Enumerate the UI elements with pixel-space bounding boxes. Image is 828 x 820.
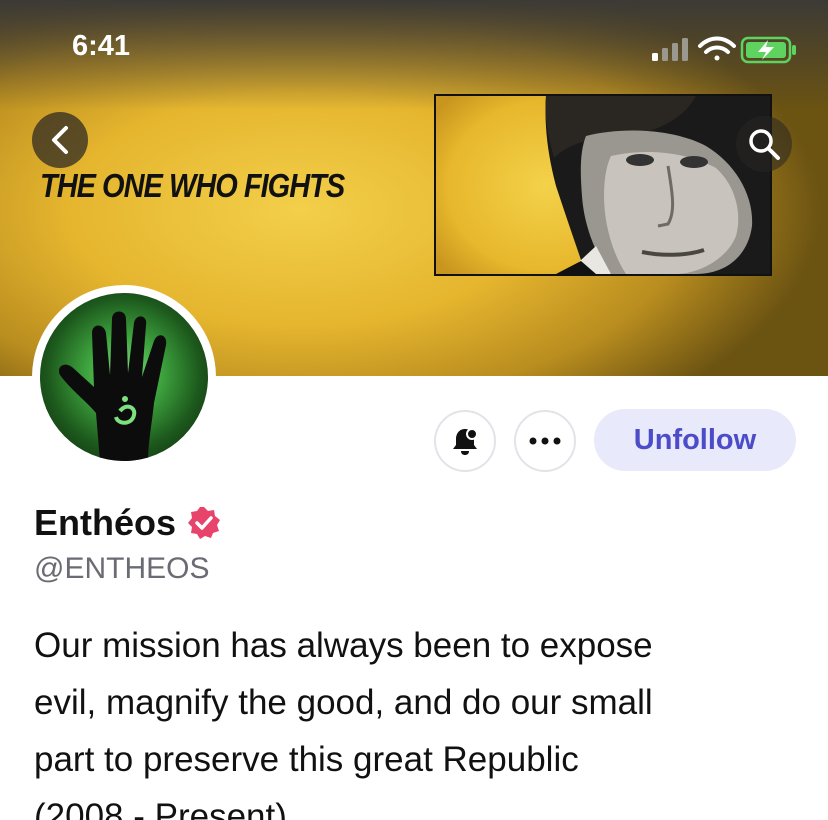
profile-handle: @ENTHEOS [34,552,210,585]
display-name: Enthéos [34,502,177,543]
wifi-icon [698,36,736,61]
portrait-illustration [545,96,770,274]
verified-badge-icon [188,507,221,539]
profile-bio: Our mission has always been to expose ev… [34,626,653,820]
search-button[interactable] [736,116,792,172]
more-options-button[interactable] [514,410,576,472]
avatar[interactable] [32,285,216,469]
cellular-signal-icon [652,38,688,61]
chevron-left-icon [52,126,68,154]
notification-bell-button[interactable] [434,410,496,472]
bell-icon [453,428,478,455]
search-icon [749,129,780,160]
back-button[interactable] [32,112,88,168]
banner-portrait [434,94,772,276]
status-icons [652,36,796,64]
battery-charging-icon [740,36,796,64]
ellipsis-icon [529,437,561,445]
status-time: 6:41 [72,30,131,62]
hand-avatar-image [58,311,167,461]
display-name-row: Enthéos [34,502,222,544]
unfollow-button[interactable]: Unfollow [594,409,796,471]
banner-slogan: THE ONE WHO FIGHTS [40,168,345,205]
